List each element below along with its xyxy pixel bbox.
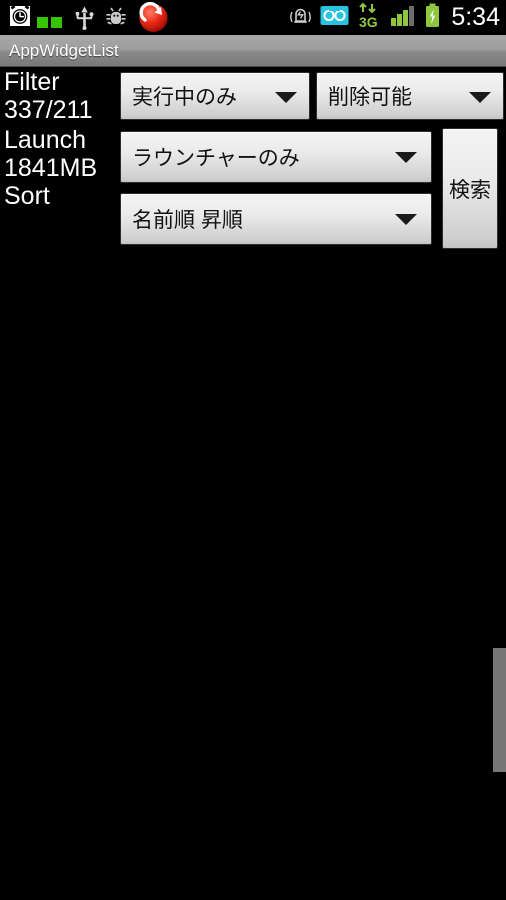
filter-label: Filter bbox=[4, 68, 60, 96]
battery-charging-icon bbox=[425, 3, 440, 33]
svg-text:3G: 3G bbox=[359, 14, 378, 28]
launch-sort-spinners: ラウンチャーのみ 名前順 昇順 検索 bbox=[118, 126, 506, 258]
chevron-down-icon bbox=[469, 92, 491, 103]
filter-count-label: 337/211 bbox=[4, 96, 93, 124]
list-scroll-track[interactable] bbox=[0, 262, 506, 900]
launch-sort-label-column: Launch 1841MB Sort bbox=[0, 126, 118, 210]
launch-type-spinner[interactable]: ラウンチャーのみ bbox=[120, 131, 432, 183]
sort-order-spinner-value: 名前順 昇順 bbox=[132, 209, 243, 232]
chevron-down-icon bbox=[395, 152, 417, 163]
filter-running-spinner[interactable]: 実行中のみ bbox=[120, 72, 310, 120]
status-bar-right-icons: 3G 5:34 bbox=[290, 0, 500, 35]
status-bar-left-icons bbox=[0, 0, 174, 35]
launch-sort-row: Launch 1841MB Sort ラウンチャーのみ 名前順 昇順 検索 bbox=[0, 126, 506, 258]
filter-controls-panel: Filter 337/211 実行中のみ 削除可能 Launch 1841MB … bbox=[0, 68, 506, 258]
data-3g-icon: 3G bbox=[358, 2, 382, 33]
filter-label-column: Filter 337/211 bbox=[0, 68, 118, 124]
voicemail-icon bbox=[320, 5, 349, 31]
memory-widget-indicator-icon bbox=[34, 0, 70, 35]
title-bar: AppWidgetList bbox=[0, 35, 506, 67]
launch-type-spinner-value: ラウンチャーのみ bbox=[132, 147, 300, 170]
filter-spinners: 実行中のみ 削除可能 bbox=[118, 68, 506, 126]
sort-label: Sort bbox=[4, 182, 50, 210]
filter-running-spinner-value: 実行中のみ bbox=[132, 86, 237, 109]
status-bar-clock: 5:34 bbox=[451, 3, 500, 31]
scrollbar-thumb[interactable] bbox=[493, 648, 506, 772]
status-bar: 3G 5:34 bbox=[0, 0, 506, 35]
filter-removable-spinner-value: 削除可能 bbox=[328, 86, 412, 109]
page-title: AppWidgetList bbox=[9, 40, 119, 60]
chevron-down-icon bbox=[275, 92, 297, 103]
vibrate-ringer-icon bbox=[290, 3, 312, 32]
red-sync-icon bbox=[134, 0, 174, 35]
memory-bar-1 bbox=[37, 17, 48, 28]
android-debug-icon bbox=[100, 0, 134, 35]
launch-memory-label: 1841MB bbox=[4, 154, 98, 182]
app-screen: 3G 5:34 AppWidgetList Filter 337/211 実行中… bbox=[0, 0, 506, 900]
filter-row: Filter 337/211 実行中のみ 削除可能 bbox=[0, 68, 506, 126]
filter-removable-spinner[interactable]: 削除可能 bbox=[316, 72, 504, 120]
alarm-clock-icon bbox=[6, 0, 34, 35]
search-button[interactable]: 検索 bbox=[442, 128, 498, 249]
chevron-down-icon bbox=[395, 214, 417, 225]
memory-bar-2 bbox=[51, 17, 62, 28]
app-widget-list[interactable] bbox=[0, 262, 506, 900]
signal-strength-icon bbox=[391, 4, 416, 31]
usb-icon bbox=[70, 0, 100, 35]
sort-order-spinner[interactable]: 名前順 昇順 bbox=[120, 193, 432, 245]
launch-label: Launch bbox=[4, 126, 87, 154]
search-button-label: 検索 bbox=[449, 178, 491, 202]
